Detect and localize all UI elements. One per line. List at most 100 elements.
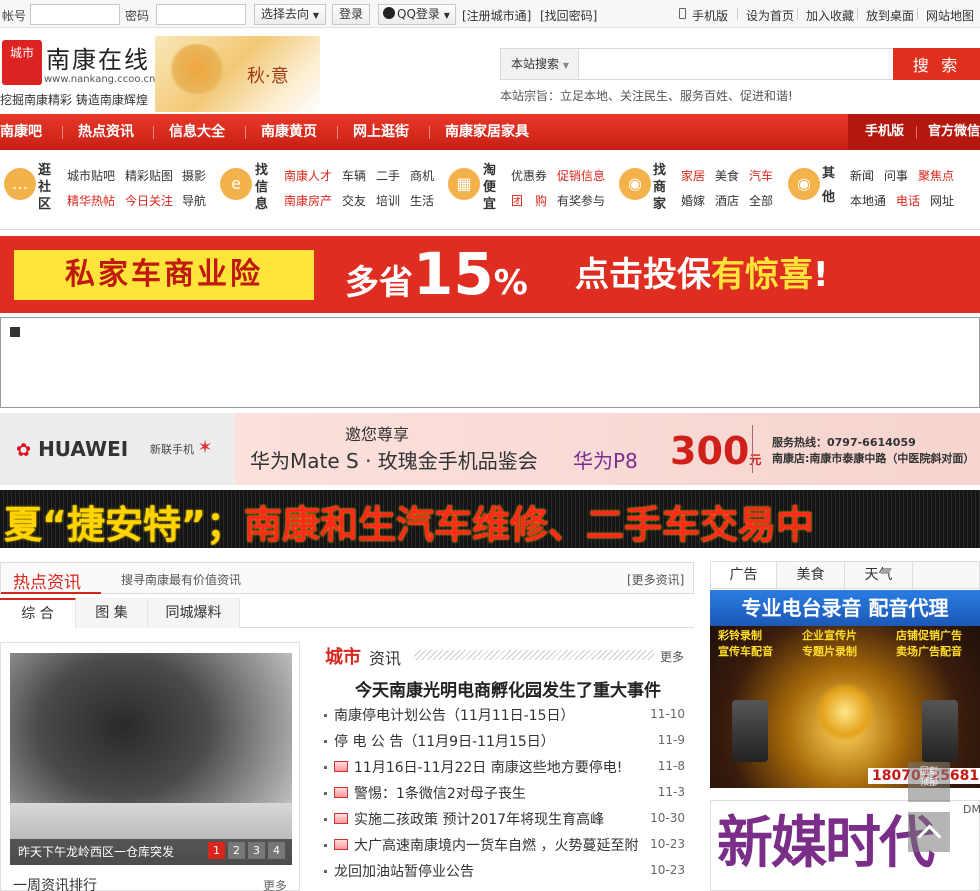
news-title[interactable]: 龙回加油站暂停业公告: [334, 861, 474, 881]
cat-link[interactable]: 南康人才: [284, 167, 332, 184]
cat-link[interactable]: 汽车: [749, 167, 773, 184]
tab-food[interactable]: 美食: [777, 562, 845, 588]
account-input[interactable]: [30, 4, 120, 25]
cat-link[interactable]: 生活: [410, 192, 434, 209]
cat-link[interactable]: 本地通: [850, 192, 886, 209]
cat-link[interactable]: 婚嫁: [681, 192, 705, 209]
site-name[interactable]: 南康在线: [46, 40, 150, 75]
cat-link[interactable]: 今日关注: [125, 192, 173, 209]
weekly-more-link[interactable]: 更多: [263, 877, 287, 891]
headline-link[interactable]: 今天南康光明电商孵化园发生了重大事件: [322, 676, 694, 701]
category-community: … 逛社区 城市贴吧 精彩贴图 摄影 精华热帖 今日关注 导航: [0, 150, 215, 230]
slide-dot[interactable]: 4: [268, 842, 285, 859]
news-title[interactable]: 南康停电计划公告（11月11日-15日）: [334, 705, 575, 725]
cat-link[interactable]: 美食: [715, 167, 739, 184]
cat-link[interactable]: 精彩贴图: [125, 167, 173, 184]
cat-link[interactable]: 优惠券: [511, 167, 547, 184]
news-title[interactable]: 大广高速南康境内一货车自燃 ，火势蔓延至附: [354, 835, 638, 855]
back-to-top-button[interactable]: [908, 812, 950, 852]
toplink-mobile[interactable]: 手机版: [692, 7, 728, 24]
news-item[interactable]: 实施二孩政策 预计2017年将现生育高峰 10-30: [322, 808, 694, 834]
cat-link[interactable]: 酒店: [715, 192, 739, 209]
city-more-link[interactable]: 更多: [660, 648, 684, 665]
cat-link[interactable]: 新闻: [850, 167, 874, 184]
tab-local-tips[interactable]: 同城爆料: [148, 598, 240, 628]
toplink-bookmark[interactable]: 加入收藏: [806, 7, 854, 24]
register-link[interactable]: [注册城市通]: [462, 7, 531, 24]
cat-link[interactable]: 商机: [410, 167, 434, 184]
insurance-banner[interactable]: 私家车商业险 多省15% 点击投保有惊喜!: [0, 236, 980, 313]
news-item[interactable]: 停 电 公 告（11月9日-11月15日） 11-9: [322, 730, 694, 756]
goto-select[interactable]: 选择去向 ▼: [254, 4, 326, 25]
toplink-set-home[interactable]: 设为首页: [746, 7, 794, 24]
cat-link[interactable]: 促销信息: [557, 167, 605, 184]
cat-link[interactable]: 交友: [342, 192, 366, 209]
p8-text: 华为P8: [573, 449, 638, 473]
qq-login-button[interactable]: QQ登录 ▼: [378, 4, 456, 25]
nav-item-furniture[interactable]: 南康家居家具: [445, 114, 529, 150]
news-title[interactable]: 实施二孩政策 预计2017年将现生育高峰: [354, 809, 604, 829]
news-title[interactable]: 11月16日-11月22日 南康这些地方要停电!: [354, 757, 622, 777]
recover-password-link[interactable]: [找回密码]: [540, 7, 597, 24]
nav-item-forum[interactable]: 南康吧: [0, 114, 42, 150]
cat-link[interactable]: 城市贴吧: [67, 167, 115, 184]
news-title[interactable]: 停 电 公 告（11月9日-11月15日）: [334, 731, 555, 751]
cat-link[interactable]: 聚焦点: [918, 167, 954, 184]
search-input[interactable]: [581, 51, 891, 77]
cat-link[interactable]: 有奖参与: [557, 192, 605, 209]
news-item[interactable]: 南康停电计划公告（11月11日-15日） 11-10: [322, 704, 694, 730]
cat-link[interactable]: 导航: [182, 192, 206, 209]
ad-dm-mark: DM: [963, 803, 980, 816]
news-item[interactable]: 龙回加油站暂停业公告 10-23: [322, 860, 694, 886]
cat-link[interactable]: 摄影: [182, 167, 206, 184]
more-news-link[interactable]: [更多资讯]: [627, 571, 684, 588]
news-title[interactable]: 警惕：1条微信2对母子丧生: [354, 783, 526, 803]
slide-dot[interactable]: 2: [228, 842, 245, 859]
hot-news-header: 热点资讯 搜寻南康最有价值资讯 [更多资讯]: [0, 562, 694, 594]
insure-cta: 点击投保有惊喜!: [575, 250, 829, 300]
nav-item-wechat[interactable]: 官方微信: [928, 114, 980, 150]
nav-item-hot-news[interactable]: 热点资讯: [78, 114, 134, 150]
cat-link[interactable]: 团 购: [511, 192, 547, 209]
nav-item-shopping[interactable]: 网上逛街: [353, 114, 409, 150]
search-button[interactable]: 搜 索: [893, 48, 980, 80]
news-photo[interactable]: [10, 653, 292, 865]
search-scope-select[interactable]: 本站搜索 ▼: [501, 49, 579, 79]
news-item[interactable]: 11月16日-11月22日 南康这些地方要停电! 11-8: [322, 756, 694, 782]
cat-link[interactable]: 南康房产: [284, 192, 332, 209]
toplink-desktop[interactable]: 放到桌面: [866, 7, 914, 24]
cat-link[interactable]: 网址: [930, 192, 954, 209]
nav-item-info[interactable]: 信息大全: [169, 114, 225, 150]
cat-link[interactable]: 车辆: [342, 167, 366, 184]
cat-link[interactable]: 培训: [376, 192, 400, 209]
cat-link[interactable]: 家居: [681, 167, 705, 184]
huawei-banner[interactable]: ✿ HUAWEI 新联手机 ✶ 邀您尊享 华为Mate S · 玫瑰金手机品鉴会…: [0, 413, 980, 485]
slide-dot[interactable]: 3: [248, 842, 265, 859]
nav-item-mobile[interactable]: 手机版: [865, 114, 904, 150]
tab-gallery[interactable]: 图 集: [76, 598, 148, 628]
led-marquee-banner[interactable]: 夏“捷安特”；南康和生汽车维修、二手车交易中: [0, 490, 980, 548]
cat-link[interactable]: 全部: [749, 192, 773, 209]
tab-ads[interactable]: 广告: [711, 562, 777, 588]
store-info: 服务热线：0797-6614059 南康店:南康市泰康中路（中医院斜对面）: [772, 435, 974, 467]
tab-weather[interactable]: 天气: [845, 562, 913, 588]
recording-ad[interactable]: 专业电台录音 配音代理 彩铃录制 宣传车配音 企业宣传片 专题片录制 店铺促销广…: [710, 590, 980, 788]
site-logo[interactable]: 城市: [2, 40, 42, 85]
news-item[interactable]: 大广高速南康境内一货车自燃 ，火势蔓延至附 10-23: [322, 834, 694, 860]
insurance-label: 私家车商业险: [14, 250, 314, 300]
password-input[interactable]: [156, 4, 246, 25]
float-button[interactable]: 回到 顶部: [908, 762, 950, 802]
toplink-sitemap[interactable]: 网站地图: [926, 7, 974, 24]
empty-ad-frame[interactable]: [0, 317, 980, 408]
cat-link[interactable]: 二手: [376, 167, 400, 184]
autumn-text: 秋·意: [247, 66, 289, 87]
tab-general[interactable]: 综 合: [0, 598, 76, 628]
cat-link[interactable]: 电话: [896, 192, 920, 209]
login-button[interactable]: 登录: [332, 4, 370, 25]
cat-link[interactable]: 问事: [884, 167, 908, 184]
nav-right: 手机版 官方微信: [848, 114, 980, 150]
slide-dot[interactable]: 1: [208, 842, 225, 859]
nav-item-yellow-pages[interactable]: 南康黄页: [261, 114, 317, 150]
news-item[interactable]: 警惕：1条微信2对母子丧生 11-3: [322, 782, 694, 808]
cat-link[interactable]: 精华热帖: [67, 192, 115, 209]
